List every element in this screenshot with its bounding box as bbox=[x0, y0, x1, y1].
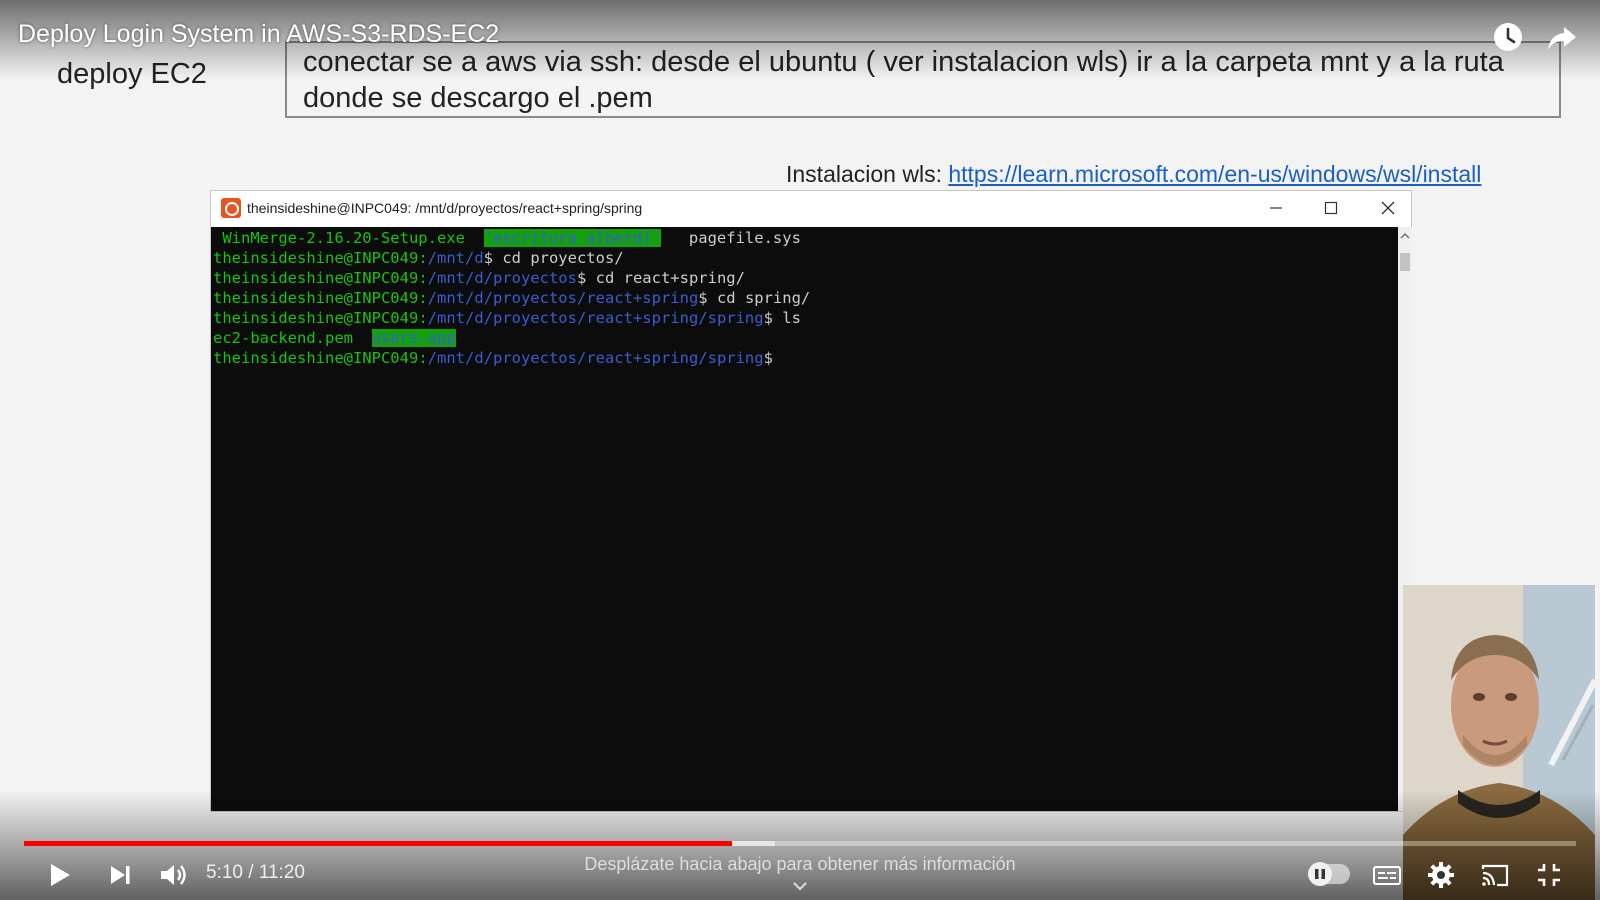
minimize-button[interactable] bbox=[1256, 195, 1296, 221]
close-button[interactable] bbox=[1368, 195, 1408, 221]
chevron-down-icon[interactable] bbox=[790, 880, 810, 892]
maximize-button[interactable] bbox=[1311, 195, 1351, 221]
terminal-dir-highlight: users-app bbox=[371, 329, 456, 347]
prompt-command: $ cd proyectos/ bbox=[483, 249, 624, 267]
terminal-line: ec2-backend.pem users-app bbox=[211, 328, 1398, 348]
clock-icon[interactable] bbox=[1491, 20, 1525, 54]
terminal-file: ec2-backend.pem bbox=[213, 329, 372, 347]
scroll-up-arrow-icon[interactable] bbox=[1400, 231, 1410, 241]
terminal-line: theinsideshine@INPC049:/mnt/d$ cd proyec… bbox=[213, 249, 624, 267]
terminal-title: theinsideshine@INPC049: /mnt/d/proyectos… bbox=[247, 200, 643, 216]
scrollbar-thumb[interactable] bbox=[1400, 253, 1410, 271]
next-icon[interactable] bbox=[103, 858, 137, 892]
prompt-user: theinsideshine@INPC049 bbox=[213, 249, 419, 267]
autoplay-icon bbox=[1308, 862, 1332, 886]
progress-played bbox=[24, 841, 732, 846]
wsl-install-link[interactable]: https://learn.microsoft.com/en-us/window… bbox=[948, 161, 1481, 187]
prompt-path: /mnt/d/proyectos/react+spring bbox=[427, 289, 699, 307]
prompt-command: $ cd spring/ bbox=[698, 289, 811, 307]
prompt-path: /mnt/d/proyectos bbox=[427, 269, 577, 287]
share-icon[interactable] bbox=[1545, 20, 1579, 54]
terminal-line: theinsideshine@INPC049:/mnt/d/proyectos/… bbox=[213, 289, 811, 307]
time-display: 5:10 / 11:20 bbox=[206, 862, 305, 883]
wsl-install-label: Instalacion wls: bbox=[786, 161, 949, 187]
progress-bar[interactable] bbox=[24, 841, 1576, 846]
exit-fullscreen-icon[interactable] bbox=[1532, 858, 1566, 892]
minimize-icon bbox=[1270, 207, 1282, 209]
close-icon bbox=[1381, 201, 1395, 215]
prompt-user: theinsideshine@INPC049 bbox=[213, 349, 419, 367]
prompt-path: /mnt/d/proyectos/react+spring/spring bbox=[427, 349, 764, 367]
cast-icon[interactable] bbox=[1478, 858, 1512, 892]
prompt-user: theinsideshine@INPC049 bbox=[213, 309, 419, 327]
subtitles-icon[interactable] bbox=[1370, 858, 1404, 892]
prompt-command: $ ls bbox=[763, 309, 801, 327]
prompt-command: $ cd react+spring/ bbox=[576, 269, 745, 287]
volume-icon[interactable] bbox=[156, 858, 190, 892]
terminal-line: theinsideshine@INPC049:/mnt/d/proyectos$… bbox=[213, 269, 745, 287]
terminal-file: pagefile.sys bbox=[660, 229, 801, 247]
terminal-line: theinsideshine@INPC049:/mnt/d/proyectos/… bbox=[213, 309, 801, 327]
play-icon[interactable] bbox=[42, 858, 76, 892]
terminal-dir-highlight: 'escritura alberdi' bbox=[483, 229, 661, 247]
prompt-user: theinsideshine@INPC049 bbox=[213, 269, 419, 287]
wsl-install-line: Instalacion wls: https://learn.microsoft… bbox=[786, 161, 1481, 188]
video-frame[interactable]: deploy EC2 conectar se a aws via ssh: de… bbox=[0, 0, 1600, 900]
prompt-path: /mnt/d bbox=[427, 249, 484, 267]
prompt-command: $ bbox=[763, 349, 773, 367]
terminal-file: WinMerge-2.16.20-Setup.exe bbox=[213, 229, 484, 247]
prompt-path: /mnt/d/proyectos/react+spring/spring bbox=[427, 309, 764, 327]
prompt-user: theinsideshine@INPC049 bbox=[213, 289, 419, 307]
scroll-hint[interactable]: Desplázate hacia abajo para obtener más … bbox=[500, 854, 1100, 875]
terminal-line: theinsideshine@INPC049:/mnt/d/proyectos/… bbox=[213, 349, 773, 367]
terminal-line: WinMerge-2.16.20-Setup.exe 'escritura al… bbox=[211, 228, 1398, 248]
video-title[interactable]: Deploy Login System in AWS-S3-RDS-EC2 bbox=[18, 20, 499, 49]
terminal-titlebar[interactable]: theinsideshine@INPC049: /mnt/d/proyectos… bbox=[211, 191, 1411, 227]
autoplay-toggle[interactable] bbox=[1308, 862, 1350, 886]
terminal-output[interactable]: WinMerge-2.16.20-Setup.exe 'escritura al… bbox=[211, 227, 1398, 811]
gear-icon[interactable] bbox=[1424, 858, 1458, 892]
maximize-icon bbox=[1324, 201, 1338, 215]
terminal-window[interactable]: theinsideshine@INPC049: /mnt/d/proyectos… bbox=[210, 190, 1412, 812]
ubuntu-icon bbox=[221, 198, 241, 218]
